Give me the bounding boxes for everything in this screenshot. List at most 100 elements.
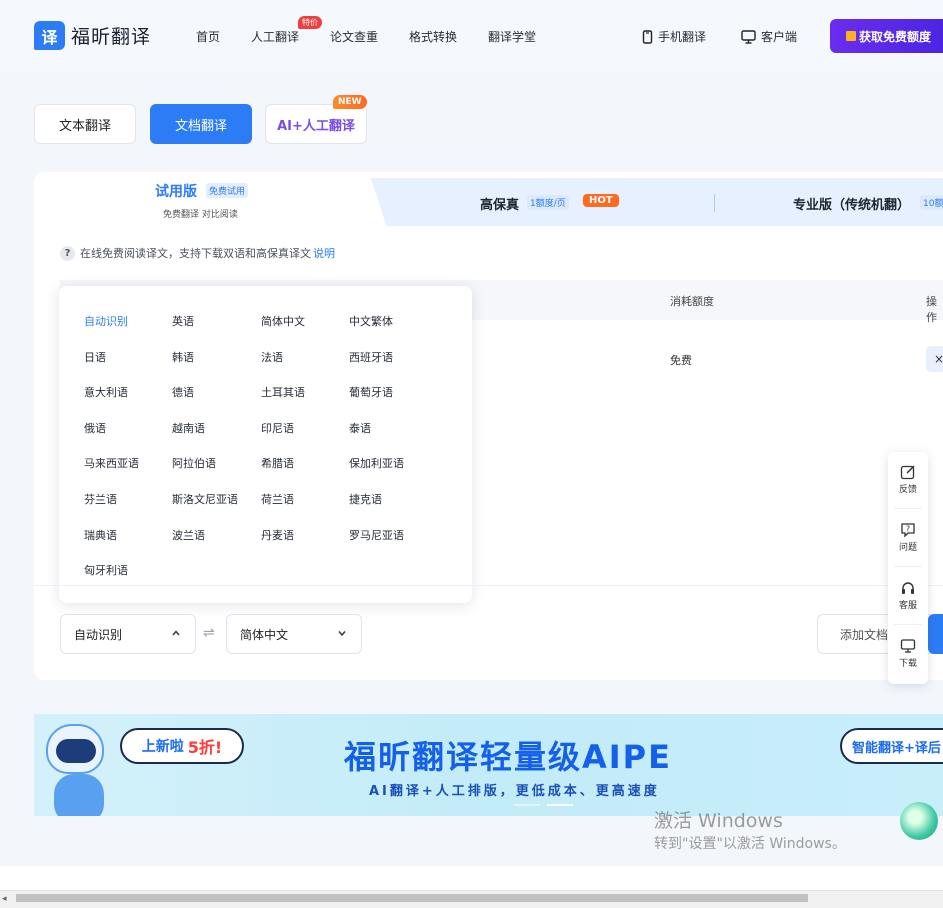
toolbar-separator (894, 566, 922, 567)
start-translate-button[interactable] (928, 614, 943, 654)
hot-badge: HOT (583, 194, 619, 207)
info-explain-link[interactable]: 说明 (313, 245, 335, 261)
assistant-icon[interactable] (900, 802, 938, 840)
target-language-value: 简体中文 (240, 627, 289, 642)
right-bubble: 智能翻译+译后 (840, 728, 943, 764)
toolbar-separator (894, 508, 922, 509)
language-option[interactable]: 泰语 (349, 420, 371, 436)
promo-banner[interactable]: 上新啦 5折! 福昕翻译轻量级AIPE AI翻译+人工排版，更低成本、更高速度 … (34, 714, 943, 816)
language-option[interactable]: 意大利语 (84, 384, 128, 400)
language-option[interactable]: 荷兰语 (261, 491, 294, 507)
language-option[interactable]: 俄语 (84, 420, 106, 436)
language-option[interactable]: 自动识别 (84, 313, 128, 329)
client-download-link[interactable]: 客户端 (741, 28, 797, 45)
feedback-button[interactable]: 反馈 (888, 464, 928, 495)
floating-toolbar: 反馈 ? 问题 客服 下载 (888, 452, 928, 684)
robot-mascot (46, 724, 104, 774)
high-fidelity-rate: 1额度/页 (527, 195, 569, 210)
customer-service-label: 客服 (898, 601, 917, 611)
scroll-left-arrow-icon[interactable]: ◂ (2, 894, 7, 904)
language-option[interactable]: 捷克语 (349, 491, 382, 507)
language-option[interactable]: 西班牙语 (349, 349, 393, 365)
chevron-down-icon (338, 631, 346, 637)
language-option[interactable]: 越南语 (172, 420, 205, 436)
svg-text:?: ? (906, 525, 910, 534)
new-text: 上新啦 (141, 739, 184, 755)
language-option[interactable]: 韩语 (172, 349, 194, 365)
sale-text: 5折! (187, 738, 223, 757)
delete-file-button[interactable]: × (926, 346, 943, 372)
edit-icon (900, 465, 915, 480)
language-option[interactable]: 土耳其语 (261, 384, 305, 400)
windows-activation-hint: 转到"设置"以激活 Windows。 (654, 836, 846, 852)
carousel-dot[interactable] (514, 804, 540, 806)
banner-subtitle: AI翻译+人工排版，更低成本、更高速度 (369, 784, 660, 799)
headset-icon (902, 582, 914, 594)
nav-human-translation[interactable]: 人工翻译 (251, 28, 299, 45)
language-option[interactable]: 瑞典语 (84, 527, 117, 543)
info-text: 在线免费阅读译文，支持下载双语和高保真译文 (80, 247, 311, 260)
info-line: ? 在线免费阅读译文，支持下载双语和高保真译文 说明 (60, 245, 335, 261)
download-label: 下载 (898, 659, 917, 669)
cta-label: 获取免费额度 (859, 29, 932, 44)
mobile-translation-label: 手机翻译 (658, 30, 707, 44)
target-language-select[interactable]: 简体中文 (226, 614, 362, 654)
nav-format-convert[interactable]: 格式转换 (409, 28, 457, 45)
document-translation-button[interactable]: 文档翻译 (150, 104, 252, 144)
gift-icon (846, 31, 856, 41)
trial-subtitle: 免费翻译 对比阅读 (163, 210, 238, 220)
language-option[interactable]: 波兰语 (172, 527, 205, 543)
language-option[interactable]: 芬兰语 (84, 491, 117, 507)
client-label: 客户端 (761, 30, 798, 44)
language-option[interactable]: 匈牙利语 (84, 562, 128, 578)
column-cost: 消耗额度 (670, 295, 714, 308)
language-option[interactable]: 罗马尼亚语 (349, 527, 404, 543)
robot-body (54, 774, 104, 816)
tab-divider (714, 194, 715, 212)
language-option[interactable]: 阿拉伯语 (172, 455, 216, 471)
source-language-select[interactable]: 自动识别 (60, 614, 196, 654)
language-option[interactable]: 希腊语 (261, 455, 294, 471)
mobile-translation-link[interactable]: 手机翻译 (642, 28, 706, 45)
ai-human-translation-button[interactable]: AI+人工翻译 (265, 104, 367, 144)
language-option[interactable]: 简体中文 (261, 313, 305, 329)
customer-service-button[interactable]: 客服 (888, 580, 928, 611)
tab-professional[interactable]: 专业版（传统机翻） (793, 194, 910, 213)
new-badge: NEW (333, 95, 367, 109)
swap-languages-icon[interactable]: ⇌ (203, 625, 215, 641)
scrollbar-thumb[interactable] (16, 894, 808, 902)
nav-home[interactable]: 首页 (196, 28, 220, 45)
language-option[interactable]: 丹麦语 (261, 527, 294, 543)
help-icon: ? (901, 523, 915, 538)
language-option[interactable]: 德语 (172, 384, 194, 400)
nav-plagiarism-check[interactable]: 论文查重 (330, 28, 378, 45)
carousel-dot-active[interactable] (547, 804, 573, 806)
get-free-credits-button[interactable]: 获取免费额度 (830, 19, 943, 53)
question-button[interactable]: ? 问题 (888, 522, 928, 553)
language-option[interactable]: 马来西亚语 (84, 455, 139, 471)
logo[interactable]: 译 福昕翻译 (34, 21, 151, 50)
language-option[interactable]: 斯洛文尼亚语 (172, 491, 238, 507)
row-cost: 免费 (670, 354, 692, 367)
download-button[interactable]: 下载 (888, 638, 928, 669)
nav-translation-school[interactable]: 翻译学堂 (488, 28, 536, 45)
question-label: 问题 (898, 543, 917, 553)
language-option[interactable]: 法语 (261, 349, 283, 365)
chevron-up-icon (172, 630, 180, 636)
language-option[interactable]: 保加利亚语 (349, 455, 404, 471)
language-option[interactable]: 日语 (84, 349, 106, 365)
language-option[interactable]: 英语 (172, 313, 194, 329)
tab-high-fidelity[interactable]: 高保真 (480, 194, 519, 213)
source-language-value: 自动识别 (74, 627, 123, 642)
language-option[interactable]: 印尼语 (261, 420, 294, 436)
logo-icon: 译 (34, 21, 65, 50)
trial-tag: 免费试用 (206, 183, 249, 198)
professional-rate: 10额度/页 (920, 195, 943, 210)
text-translation-button[interactable]: 文本翻译 (34, 104, 136, 144)
toolbar-separator (894, 624, 922, 625)
column-action: 操作 (926, 295, 937, 324)
language-option[interactable]: 葡萄牙语 (349, 384, 393, 400)
sale-bubble: 上新啦 5折! (120, 728, 244, 764)
banner-title: 福昕翻译轻量级AIPE (344, 738, 672, 776)
language-option[interactable]: 中文繁体 (349, 313, 393, 329)
